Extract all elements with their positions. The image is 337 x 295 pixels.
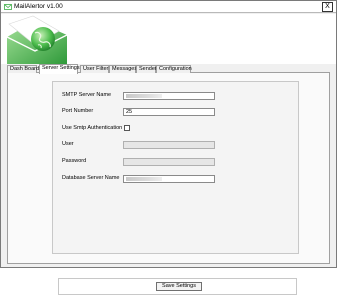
tab-messages[interactable]: Messages: [109, 65, 137, 73]
tab-strip: Dash Board Server Settings User Filter M…: [7, 64, 330, 74]
password-input[interactable]: [123, 158, 215, 166]
smtp-server-name-label: SMTP Server Name: [62, 92, 112, 98]
user-input[interactable]: [123, 141, 215, 149]
header-banner: [1, 14, 336, 64]
redacted-value: [126, 177, 162, 181]
redacted-value: [126, 94, 162, 98]
window-title: MailAlertor v1.00: [14, 3, 63, 10]
database-server-name-label: Database Server Name: [62, 175, 120, 181]
port-number-label: Port Number: [62, 108, 94, 114]
main-window: MailAlertor v1.00 X Dash Board Server Se…: [0, 0, 337, 295]
server-settings-panel: SMTP Server Name Port Number 25 Use Smtp…: [7, 73, 330, 295]
close-button[interactable]: X: [322, 2, 333, 12]
port-number-input[interactable]: 25: [123, 108, 215, 116]
use-smtp-auth-checkbox[interactable]: [124, 125, 130, 131]
smtp-server-name-input[interactable]: [123, 92, 215, 100]
user-label: User: [62, 141, 74, 147]
button-bar: Save Settings: [58, 278, 297, 295]
tab-sender[interactable]: Sender: [136, 65, 157, 73]
use-smtp-auth-label: Use Smtp Authentication: [62, 125, 123, 131]
envelope-globe-logo: [7, 15, 67, 64]
close-icon: X: [325, 3, 330, 10]
tab-server-settings[interactable]: Server Settings: [39, 64, 80, 74]
title-bar: MailAlertor v1.00 X: [1, 1, 336, 13]
tab-configuration[interactable]: Configuration: [156, 65, 192, 73]
save-settings-button[interactable]: Save Settings: [156, 282, 202, 291]
tab-dash-board[interactable]: Dash Board: [7, 65, 39, 73]
mail-envelope-icon: [4, 4, 12, 10]
database-server-name-input[interactable]: [123, 175, 215, 183]
password-label: Password: [62, 158, 87, 164]
tab-user-filter[interactable]: User Filter: [80, 65, 109, 73]
settings-form: SMTP Server Name Port Number 25 Use Smtp…: [52, 81, 299, 295]
